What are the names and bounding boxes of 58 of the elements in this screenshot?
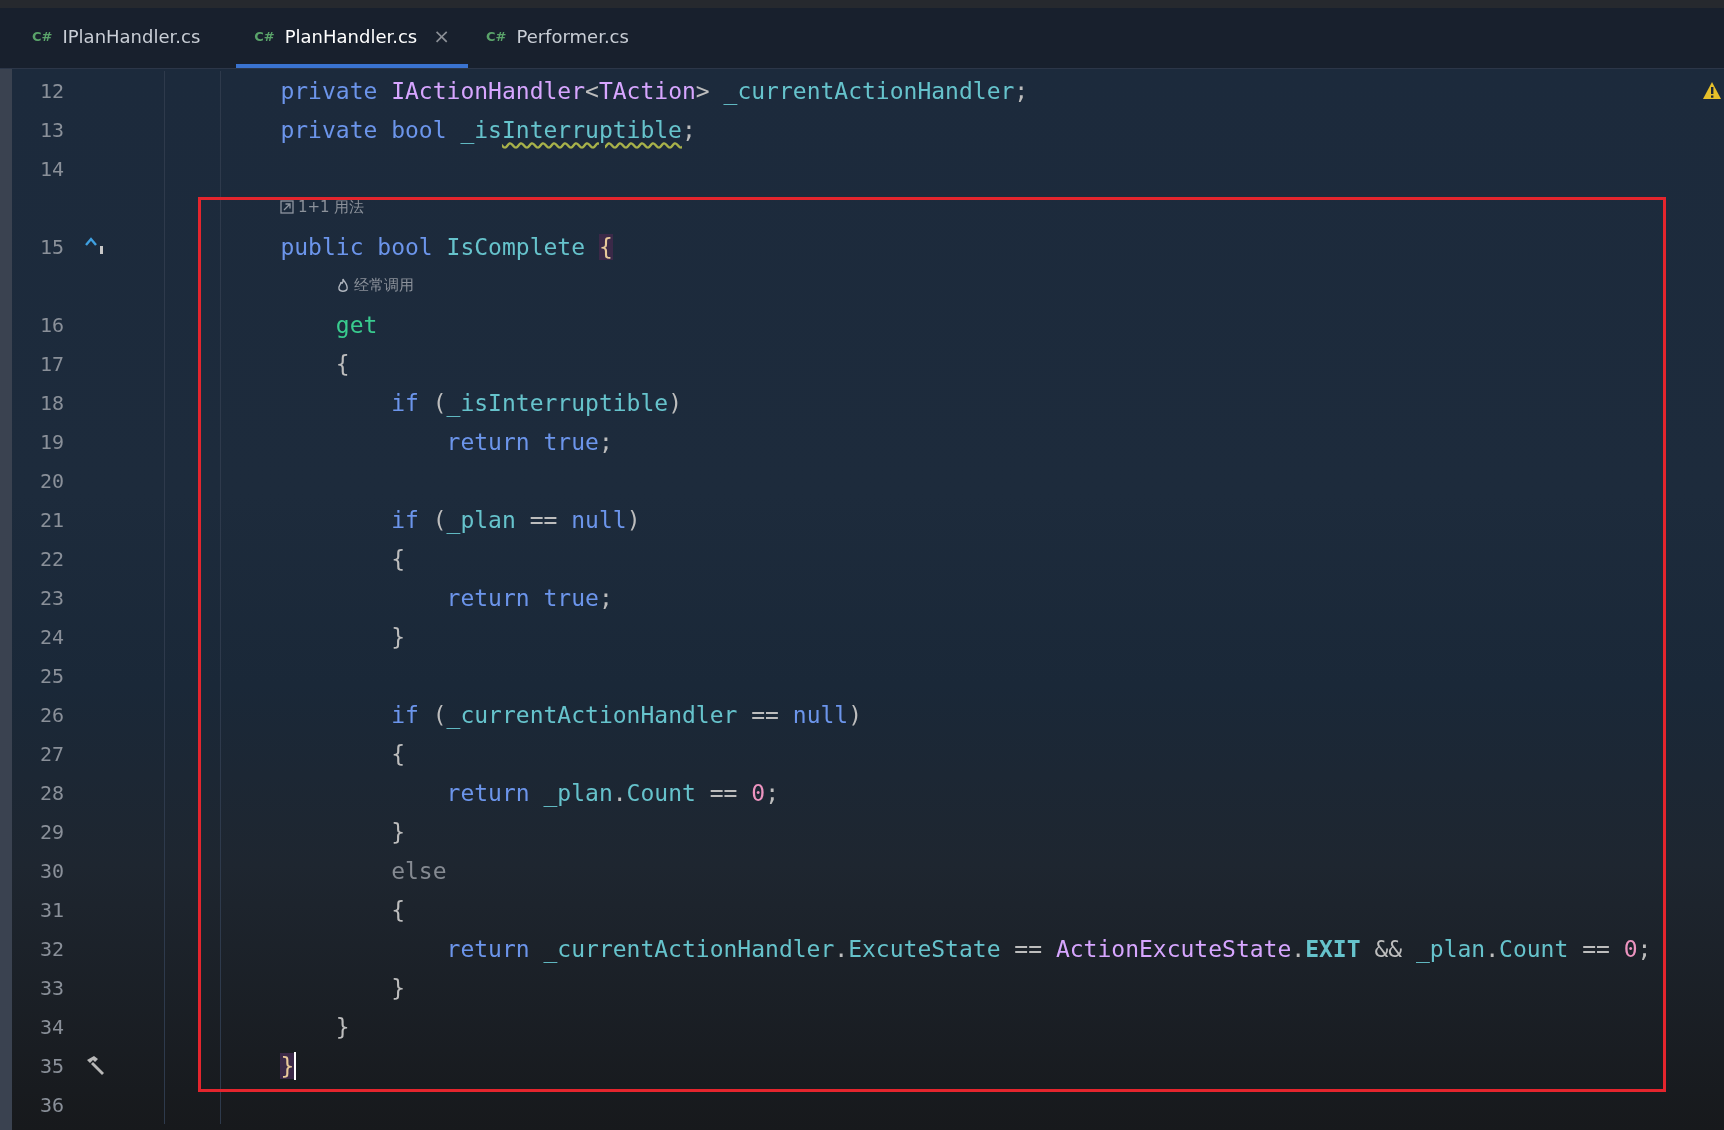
file-tab[interactable]: C# IPlanHandler.cs [14, 8, 219, 68]
line-number: 15 [40, 234, 66, 259]
code-line: } [334, 1013, 350, 1040]
code-line: return true; [445, 584, 613, 611]
line-number: 25 [40, 663, 66, 688]
code-line: } [390, 974, 406, 1001]
close-tab-button[interactable]: × [433, 24, 450, 48]
flame-icon [336, 278, 350, 293]
code-line: } [390, 818, 406, 845]
line-number: 24 [40, 624, 66, 649]
line-number: 21 [40, 507, 66, 532]
code-line: { [390, 896, 406, 923]
code-line: if (_currentActionHandler == null) [390, 701, 863, 728]
line-number: 14 [40, 156, 66, 181]
line-number: 31 [40, 897, 66, 922]
line-number: 26 [40, 702, 66, 727]
code-line: } [390, 623, 406, 650]
line-number: 33 [40, 975, 66, 1000]
line-number: 19 [40, 429, 66, 454]
line-number: 29 [40, 819, 66, 844]
line-number: 35 [40, 1053, 66, 1078]
tab-label: PlanHandler.cs [284, 25, 418, 47]
code-line: { [390, 740, 406, 767]
line-number: 20 [40, 468, 66, 493]
code-line: get [334, 311, 378, 338]
line-number: 17 [40, 351, 66, 376]
code-line: return true; [445, 428, 613, 455]
line-number: 12 [40, 78, 66, 103]
code-line: private IActionHandler<TAction> _currentActionHandler; [279, 77, 1029, 104]
line-number: 30 [40, 858, 66, 883]
file-tab[interactable]: C# Performer.cs [468, 8, 647, 68]
code-line: if (_isInterruptible) [390, 389, 682, 416]
code-line: else [390, 857, 447, 884]
line-number: 27 [40, 741, 66, 766]
line-number: 18 [40, 390, 66, 415]
line-number: 22 [40, 546, 66, 571]
file-type-icon: C# [486, 28, 507, 44]
file-type-icon: C# [254, 28, 275, 44]
inlay-hint[interactable]: 经常调用 [354, 276, 414, 295]
line-number: 32 [40, 936, 66, 961]
tab-label: IPlanHandler.cs [62, 25, 201, 47]
code-line: public bool IsComplete { [279, 233, 613, 260]
line-number: 23 [40, 585, 66, 610]
line-number: 13 [40, 117, 66, 142]
line-number: 34 [40, 1014, 66, 1039]
usages-icon [280, 200, 294, 215]
code-line: if (_plan == null) [390, 506, 641, 533]
tab-label: Performer.cs [516, 25, 629, 47]
code-line: { [390, 545, 406, 572]
file-type-icon: C# [32, 28, 53, 44]
line-number: 28 [40, 780, 66, 805]
inlay-hint[interactable]: 1+1 用法 [298, 198, 365, 217]
line-number: 36 [40, 1092, 66, 1117]
code-line: return _currentActionHandler.ExcuteState == ActionExcuteState.EXIT && _plan.Count == 0; [445, 935, 1652, 962]
line-number: 16 [40, 312, 66, 337]
code-line: { [334, 350, 350, 377]
code-line: private bool _isInterruptible; [279, 116, 696, 143]
code-line: return _plan.Count == 0; [445, 779, 779, 806]
